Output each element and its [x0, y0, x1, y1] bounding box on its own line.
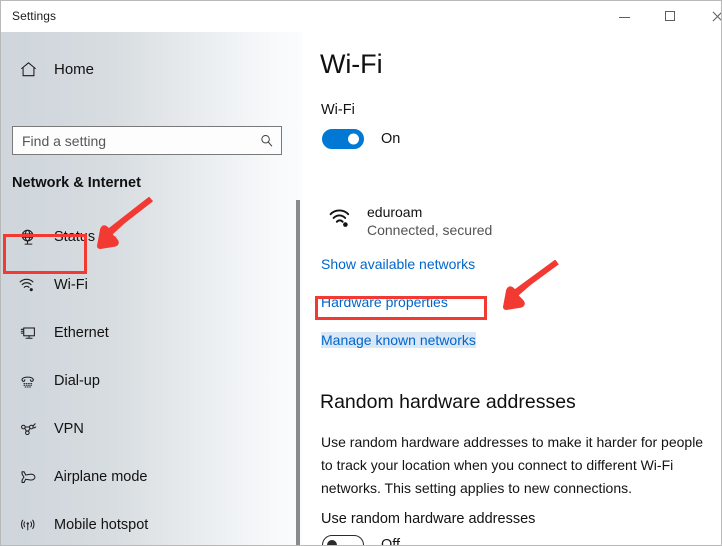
maximize-button[interactable]	[647, 1, 693, 31]
wifi-toggle-knob	[348, 133, 359, 145]
random-hardware-toggle-label: Use random hardware addresses	[321, 511, 536, 527]
maximize-icon	[665, 11, 675, 21]
sidebar-home-label: Home	[54, 60, 95, 78]
random-hardware-toggle-knob	[327, 540, 337, 545]
random-hardware-addresses-title: Random hardware addresses	[320, 391, 576, 413]
sidebar: Home Network & Internet	[1, 32, 302, 545]
sidebar-section-title: Network & Internet	[12, 175, 141, 191]
random-hardware-toggle-state: Off	[381, 537, 401, 546]
sidebar-item-status-label: Status	[54, 229, 96, 245]
hardware-properties-link[interactable]: Hardware properties	[321, 294, 448, 310]
sidebar-scrollbar[interactable]	[294, 200, 302, 545]
page-title: Wi-Fi	[320, 49, 383, 79]
minimize-button[interactable]	[601, 1, 647, 31]
wifi-signal-icon	[324, 204, 358, 230]
wifi-toggle-state: On	[381, 131, 401, 147]
manage-known-networks-link[interactable]: Manage known networks	[321, 332, 476, 348]
network-text: eduroam Connected, secured	[367, 204, 492, 240]
network-name: eduroam	[367, 204, 423, 220]
title-bar: Settings	[1, 1, 722, 32]
sidebar-item-ethernet-label: Ethernet	[54, 325, 109, 341]
hotspot-icon	[11, 516, 45, 535]
settings-window: Settings Home Find a setting Network & I…	[0, 0, 722, 546]
window-controls	[601, 1, 722, 31]
network-status: Connected, secured	[367, 222, 493, 238]
sidebar-item-wifi-label: Wi-Fi	[54, 277, 88, 293]
sidebar-item-status[interactable]: Status	[1, 213, 296, 261]
dialup-icon	[11, 372, 45, 391]
wifi-toggle[interactable]	[322, 129, 364, 149]
close-button[interactable]	[693, 1, 722, 31]
home-icon	[11, 60, 45, 79]
random-hardware-addresses-description: Use random hardware addresses to make it…	[321, 434, 704, 496]
search-box[interactable]	[12, 126, 282, 155]
sidebar-item-ethernet[interactable]: Ethernet	[1, 309, 296, 357]
connected-network[interactable]: eduroam Connected, secured	[324, 204, 492, 240]
sidebar-item-airplane-mode-label: Airplane mode	[54, 469, 148, 485]
search-icon[interactable]	[253, 133, 281, 149]
wifi-toggle-row: On	[322, 129, 400, 149]
vpn-icon	[11, 420, 45, 439]
sidebar-item-vpn[interactable]: VPN	[1, 405, 296, 453]
sidebar-item-dialup[interactable]: Dial-up	[1, 357, 296, 405]
sidebar-item-mobile-hotspot[interactable]: Mobile hotspot	[1, 501, 296, 545]
sidebar-scrollbar-thumb[interactable]	[296, 200, 300, 545]
sidebar-item-mobile-hotspot-label: Mobile hotspot	[54, 517, 149, 533]
globe-icon	[11, 228, 45, 247]
airplane-icon	[11, 468, 45, 487]
close-icon	[711, 11, 722, 22]
random-hardware-toggle-row: Off	[322, 535, 401, 546]
ethernet-icon	[11, 324, 45, 343]
sidebar-item-airplane-mode[interactable]: Airplane mode	[1, 453, 296, 501]
sidebar-nav: Status Wi-Fi Ethernet Dial-up VPN Airpla…	[1, 213, 296, 545]
random-hardware-toggle[interactable]	[322, 535, 364, 545]
wifi-toggle-label: Wi-Fi	[321, 102, 355, 118]
main-content: Wi-Fi Wi-Fi On eduroam Connected, secure…	[302, 32, 721, 546]
minimize-icon	[618, 16, 630, 18]
search-input[interactable]	[13, 127, 253, 154]
sidebar-item-home[interactable]: Home	[1, 52, 286, 86]
sidebar-item-vpn-label: VPN	[54, 421, 84, 437]
window-title: Settings	[12, 9, 57, 23]
sidebar-item-wifi[interactable]: Wi-Fi	[1, 261, 296, 309]
show-available-networks-link[interactable]: Show available networks	[321, 256, 475, 272]
sidebar-item-dialup-label: Dial-up	[54, 373, 100, 389]
wifi-icon	[11, 277, 45, 294]
